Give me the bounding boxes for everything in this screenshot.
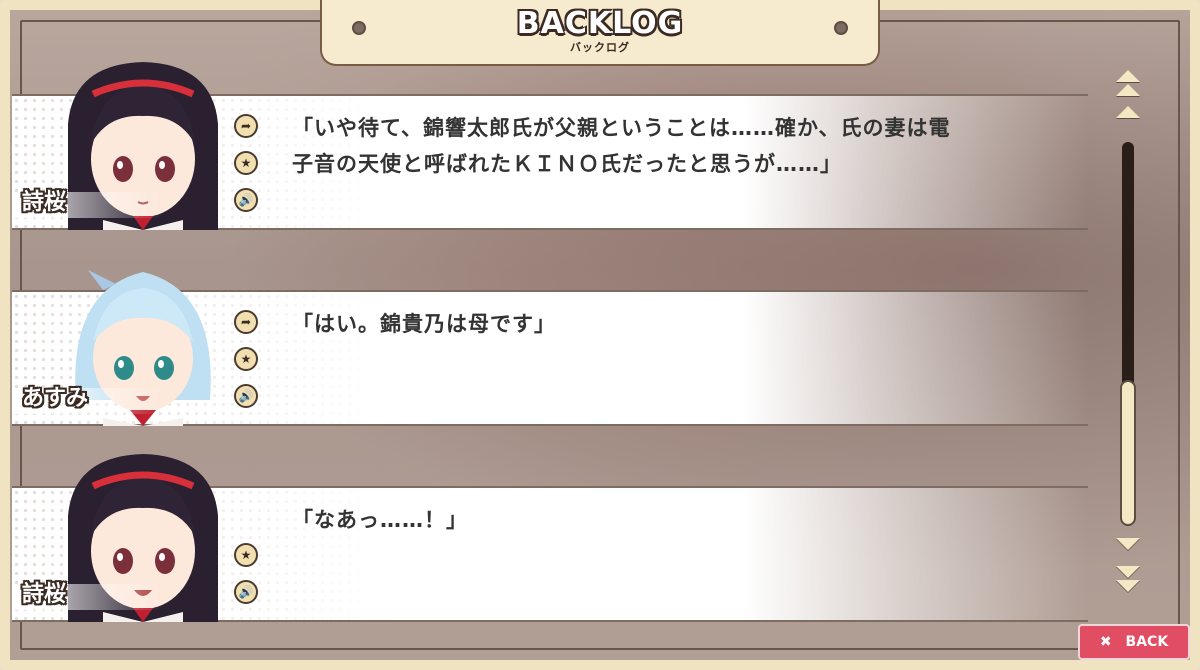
speaker-name: 詩桜 xyxy=(22,582,67,607)
dialogue-text: 「なあっ……！」 xyxy=(292,508,468,532)
speaker-name: あすみ xyxy=(22,386,89,411)
up-arrow-icon xyxy=(1116,106,1140,118)
voice-icon[interactable]: 🔊 xyxy=(234,384,258,408)
scroll-thumb[interactable] xyxy=(1120,380,1136,526)
backlog-header: BACKLOG バックログ xyxy=(320,0,880,66)
log-entry[interactable]: 詩桜 ★ 🔊 「なあっ……！」 xyxy=(12,454,1088,622)
double-down-arrow-icon xyxy=(1116,580,1140,592)
star-icon[interactable]: ★ xyxy=(234,151,258,175)
double-up-arrow-icon xyxy=(1116,70,1140,82)
voice-icon[interactable]: 🔊 xyxy=(234,580,258,604)
log-entry[interactable]: あすみ ➦ ★ 🔊 「はい。錦貴乃は母です」 xyxy=(12,270,1088,426)
log-entry[interactable]: 詩桜 ➦ ★ 🔊 「いや待て、錦響太郎氏が父親ということは……確か、氏の妻は電子… xyxy=(12,62,1088,230)
star-icon[interactable]: ★ xyxy=(234,347,258,371)
dialogue-text: 「いや待て、錦響太郎氏が父親ということは……確か、氏の妻は電子音の天使と呼ばれた… xyxy=(292,116,951,176)
back-button[interactable]: ✖ BACK xyxy=(1078,624,1190,660)
dialogue-text: 「はい。錦貴乃は母です」 xyxy=(292,312,556,336)
page-title: BACKLOG xyxy=(516,6,684,41)
double-down-arrow-icon xyxy=(1116,566,1140,578)
jump-icon[interactable]: ➦ xyxy=(234,310,258,334)
scroll-up-button[interactable] xyxy=(1116,106,1140,118)
down-arrow-icon xyxy=(1116,538,1140,550)
close-icon: ✖ xyxy=(1099,634,1112,650)
back-label: BACK xyxy=(1125,634,1169,650)
scroll-down-button[interactable] xyxy=(1116,538,1140,550)
jump-icon[interactable]: ➦ xyxy=(234,114,258,138)
star-icon[interactable]: ★ xyxy=(234,543,258,567)
speaker-name: 詩桜 xyxy=(22,190,67,215)
scroll-top-button[interactable] xyxy=(1116,70,1140,96)
voice-icon[interactable]: 🔊 xyxy=(234,188,258,212)
double-up-arrow-icon xyxy=(1116,84,1140,96)
scroll-bottom-button[interactable] xyxy=(1116,566,1140,592)
page-subtitle: バックログ xyxy=(570,41,630,54)
